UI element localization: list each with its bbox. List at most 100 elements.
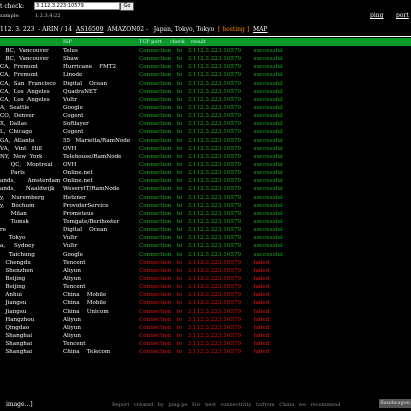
- row-result: Connection to 3.112.3.223:10579 successf…: [139, 251, 283, 258]
- ping-link[interactable]: ping: [370, 12, 383, 19]
- asn-link[interactable]: AS16509: [76, 26, 104, 33]
- row-location: CA, Los Angeles: [0, 88, 50, 95]
- row-location: BC, Vancouver: [0, 48, 49, 54]
- row-isp: Softlayer: [63, 121, 89, 128]
- row-location: Anhui: [0, 292, 22, 299]
- table-row: QC, Montreal OVH Connection to 3.112.3.223…: [0, 161, 411, 169]
- row-result: Connection to 3.112.3.223:10579 successf…: [139, 153, 283, 160]
- row-isp: China Telecom: [63, 349, 111, 356]
- row-result: Connection to 3.112.3.223:10579 successf…: [139, 202, 283, 209]
- image-link[interactable]: image...]: [6, 401, 33, 408]
- table-row: VA, Vint Hill OVH Connection to 3.112.3.22…: [0, 145, 411, 153]
- table-row: ands, Naaldwijk WeservIT/RamNode Connectio…: [0, 185, 411, 193]
- row-isp: Hurricane FMT2: [63, 64, 117, 71]
- row-location: CO, Denver: [0, 113, 35, 120]
- row-location: GA, Atlanta: [0, 137, 35, 144]
- row-isp: Aliyun: [63, 316, 81, 323]
- row-location: CA, Fremont: [0, 72, 39, 79]
- row-isp: Online.net: [63, 170, 93, 177]
- footer-text: Report created by ping.pe For best conne…: [112, 402, 341, 408]
- row-isp: Cogent: [63, 113, 84, 120]
- table-row: Qingdao Aliyun Connection to 3.112.3.223:1…: [0, 324, 411, 332]
- row-result: Connection to 3.112.3.223:10579 successf…: [139, 243, 283, 250]
- host-info-line: 112. 3. 223 - ARIN / 14 AS16509 AMAZON02…: [0, 26, 267, 33]
- table-row: CA, Fremont Linode Connection to 3.112.3.2…: [0, 71, 411, 79]
- header-result: result: [191, 39, 206, 45]
- table-row: Paris Online.net Connection to 3.112.3.223…: [0, 169, 411, 177]
- row-result: Connection to 3.112.3.223:10579 failed: [139, 300, 270, 307]
- table-row: a, Sydney Vultr Connection to 3.112.3.223:…: [0, 242, 411, 250]
- table-row: X, Dallas Softlayer Connection to 3.112.3.…: [0, 120, 411, 128]
- table-row: CA, Los Angeles Vultr Connection to 3.112.…: [0, 96, 411, 104]
- port-link[interactable]: port: [396, 12, 409, 19]
- table-row: Shanghai Tencent Connection to 3.112.3.223…: [0, 340, 411, 348]
- row-isp: Prometeus: [63, 210, 94, 217]
- table-row: CO, Denver Cogent Connection to 3.112.3.22…: [0, 112, 411, 120]
- row-result: Connection to 3.112.3.223:10579 failed: [139, 316, 270, 323]
- row-location: QC, Montreal: [0, 161, 53, 168]
- table-row: A, Seattle Google Connection to 3.112.3.22…: [0, 104, 411, 112]
- example-label: xample:: [0, 13, 20, 19]
- row-location: VA, Vint Hill: [0, 145, 42, 152]
- row-result: Connection to 3.112.3.223:10579 successf…: [139, 129, 283, 136]
- row-result: Connection to 3.112.3.223:10579 successf…: [139, 137, 283, 144]
- row-result: Connection to 3.112.3.223:10579 failed: [139, 292, 270, 299]
- table-row: Shanghai Aliyun Connection to 3.112.3.223:…: [0, 332, 411, 340]
- row-result: Connection to 3.112.3.223:10579 successf…: [139, 194, 283, 201]
- row-isp: Linode: [63, 72, 83, 79]
- row-result: Connection to 3.112.3.223:10579 successf…: [139, 178, 283, 185]
- header-check: check: [170, 39, 185, 45]
- row-location: ands, Amsterdam: [0, 178, 61, 185]
- row-location: Chengdu: [0, 259, 31, 266]
- row-isp: Aliyun: [63, 324, 81, 331]
- table-row: BC, Vancouver Shaw Connection to 3.112.3.2…: [0, 55, 411, 63]
- table-row: CA, Fremont Hurricane FMT2 Connection to 3…: [0, 63, 411, 71]
- row-location: Beijing: [0, 275, 26, 282]
- table-row: Milan Prometeus Connection to 3.112.3.223:…: [0, 210, 411, 218]
- row-isp: Vultr: [63, 235, 77, 242]
- table-row: Beijing Aliyun Connection to 3.112.3.223:1…: [0, 275, 411, 283]
- row-result: Connection to 3.112.3.223:10579 successf…: [139, 227, 283, 234]
- row-isp: China Mobile: [63, 292, 107, 299]
- check-input[interactable]: 3.112.3.223:10579: [34, 2, 120, 10]
- table-row: Jiangsu China Unicom Connection to 3.112.3…: [0, 308, 411, 316]
- row-result: Connection to 3.112.3.223:10579 successf…: [139, 235, 283, 242]
- table-row: Shanghai China Telecom Connection to 3.112…: [0, 348, 411, 356]
- row-result: Connection to 3.112.3.223:10579 failed: [139, 267, 270, 274]
- row-isp: Aliyun: [63, 332, 81, 339]
- table-row: Tomsk Tomgate/Berihoster Connection to 3.1…: [0, 218, 411, 226]
- row-location: Tokyo: [0, 235, 26, 242]
- row-isp: Digital Ocean: [63, 227, 108, 234]
- results-table: BC, Vancouver Telus Connection to 3.112.3.…: [0, 47, 411, 356]
- row-location: Jiangsu: [0, 308, 27, 315]
- table-row: GA, Atlanta 55 Marietta/RamNode Connection…: [0, 137, 411, 145]
- row-isp: Aliyun: [63, 275, 81, 282]
- row-result: Connection to 3.112.3.223:10579 failed: [139, 341, 270, 348]
- bandwagon-button[interactable]: Bandwagon: [379, 399, 411, 408]
- row-location: Shanghai: [0, 332, 33, 339]
- row-result: Connection to 3.112.3.223:10579 successf…: [139, 72, 283, 79]
- row-location: Jiangsu: [0, 300, 27, 307]
- row-result: Connection to 3.112.3.223:10579 successf…: [139, 145, 283, 152]
- row-isp: Google: [63, 251, 83, 258]
- table-row: Chengdu Tencent Connection to 3.112.3.223:…: [0, 259, 411, 267]
- row-location: Shanghai: [0, 341, 33, 348]
- row-result: Connection to 3.112.3.223:10579 successf…: [139, 80, 283, 87]
- row-location: ands, Naaldwijk: [0, 186, 55, 193]
- row-location: L, Chicago: [0, 129, 33, 136]
- row-location: y, Nuremberg: [0, 194, 45, 201]
- row-isp: WeservIT/RamNode: [63, 186, 120, 193]
- row-result: Connection to 3.112.3.223:10579 successf…: [139, 88, 283, 95]
- header-isp: ISP: [63, 39, 72, 45]
- example-value: 1.2.3.4:22: [35, 13, 61, 19]
- table-row: y, Nuremberg Hetzner Connection to 3.112.3…: [0, 194, 411, 202]
- table-row: CA, San Francisco Digital Ocean Connection…: [0, 80, 411, 88]
- go-button[interactable]: Go: [120, 2, 134, 11]
- row-result: Connection to 3.112.3.223:10579 failed: [139, 324, 270, 331]
- row-isp: OVH: [63, 145, 77, 152]
- row-location: Tomsk: [0, 218, 29, 225]
- row-location: BC, Vancouver: [0, 56, 49, 63]
- row-location: Shenzhen: [0, 267, 34, 274]
- map-link[interactable]: MAP: [253, 26, 268, 33]
- host-ip: 112. 3. 223: [0, 26, 35, 33]
